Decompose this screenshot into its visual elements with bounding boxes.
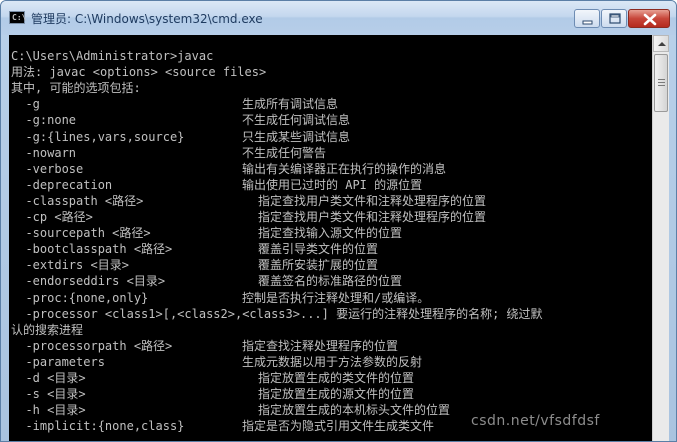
maximize-icon <box>609 13 621 24</box>
console-line: -parameters <box>11 354 105 369</box>
option-description: 不生成任何警告 <box>242 145 327 160</box>
cmd-app-icon[interactable]: C:\ <box>9 11 27 24</box>
console-output[interactable]: C:\Users\Administrator>javac 用法: javac <o… <box>9 35 652 441</box>
console-line: -cp <路径> <box>11 210 93 224</box>
console-line: -bootclasspath <路径> <box>11 242 173 257</box>
console-line: -implicit:{none,class} <box>11 419 185 434</box>
option-description: 不生成任何调试信息 <box>242 113 351 128</box>
minimize-button[interactable] <box>574 9 600 28</box>
console-line: C:\Users\Administrator>javac <box>11 49 214 63</box>
console-line: -g:{lines,vars,source} <box>11 129 185 144</box>
window-frame-right <box>669 35 676 441</box>
cmd-window: C:\ 管理员: C:\Windows\system32\cmd.exe C:\… <box>0 0 677 442</box>
console-line: -d <目录> <box>11 371 86 385</box>
thumb-grip-line <box>658 79 665 80</box>
console-line: -h <目录> <box>11 403 86 418</box>
window-title: 管理员: C:\Windows\system32\cmd.exe <box>31 12 263 26</box>
console-line: -sourcepath <路径> <box>11 226 151 241</box>
option-description: 指定是否为隐式引用文件生成类文件 <box>242 419 435 434</box>
option-description: 指定查找注释处理程序的位置 <box>242 338 399 353</box>
thumb-grip-line <box>658 82 665 83</box>
console-line: -classpath <路径> <box>11 193 144 208</box>
console-line: 认的搜索进程 <box>11 322 84 337</box>
console-line: -deprecation <box>11 177 113 192</box>
option-description: 指定查找用户类文件和注释处理程序的位置 <box>258 193 487 208</box>
minimize-icon <box>582 20 593 25</box>
scroll-thumb[interactable] <box>654 54 668 112</box>
watermark-text: csdn.net/vfsdfdsf <box>471 413 600 429</box>
thumb-grip-line <box>658 85 665 86</box>
option-description: 覆盖签名的标准路径的位置 <box>258 274 403 289</box>
console-line: -endorseddirs <目录> <box>11 274 166 289</box>
option-description: 覆盖引导类文件的位置 <box>258 242 379 257</box>
console-line: -extdirs <目录> <box>11 258 129 273</box>
option-description: 覆盖所安装扩展的位置 <box>258 258 379 273</box>
scroll-up-arrow-icon <box>658 42 666 46</box>
option-description: 生成元数据以用于方法参数的反射 <box>242 354 423 369</box>
console-line: -g <box>11 97 40 112</box>
close-icon <box>643 13 657 26</box>
window-frame-left <box>1 35 9 441</box>
console-line: -processorpath <路径> <box>11 338 173 353</box>
title-bar[interactable]: C:\ 管理员: C:\Windows\system32\cmd.exe <box>1 1 676 35</box>
option-description: 指定查找用户类文件和注释处理程序的位置 <box>258 210 487 224</box>
maximize-button[interactable] <box>601 9 627 28</box>
scroll-up-button[interactable] <box>653 35 669 52</box>
console-line: -s <目录> <box>11 387 86 402</box>
console-line: -verbose <box>11 161 84 176</box>
console-line: 其中, 可能的选项包括: <box>11 81 141 96</box>
option-description: 只生成某些调试信息 <box>242 129 351 144</box>
console-line: -nowarn <box>11 145 77 160</box>
close-button[interactable] <box>628 9 670 28</box>
option-description: 指定放置生成的源文件的位置 <box>258 387 415 402</box>
console-line: -processor <class1>[,<class2>,<class3>..… <box>11 306 543 321</box>
option-description: 指定放置生成的类文件的位置 <box>258 371 415 385</box>
option-description: 输出有关编译器正在执行的操作的消息 <box>242 161 447 176</box>
console-line: -proc:{none,only} <box>11 290 149 305</box>
option-description: 控制是否执行注释处理和/或编译。 <box>242 290 430 305</box>
vertical-scrollbar[interactable] <box>652 35 669 441</box>
console-line: 用法: javac <options> <source files> <box>11 65 267 80</box>
app-icon-text: C:\ <box>12 13 27 22</box>
option-description: 输出使用已过时的 API 的源位置 <box>242 177 423 192</box>
option-description: 生成所有调试信息 <box>242 97 339 112</box>
option-description: 指定查找输入源文件的位置 <box>258 226 403 241</box>
option-description: 指定放置生成的本机标头文件的位置 <box>258 403 451 418</box>
console-line: -g:none <box>11 113 77 128</box>
